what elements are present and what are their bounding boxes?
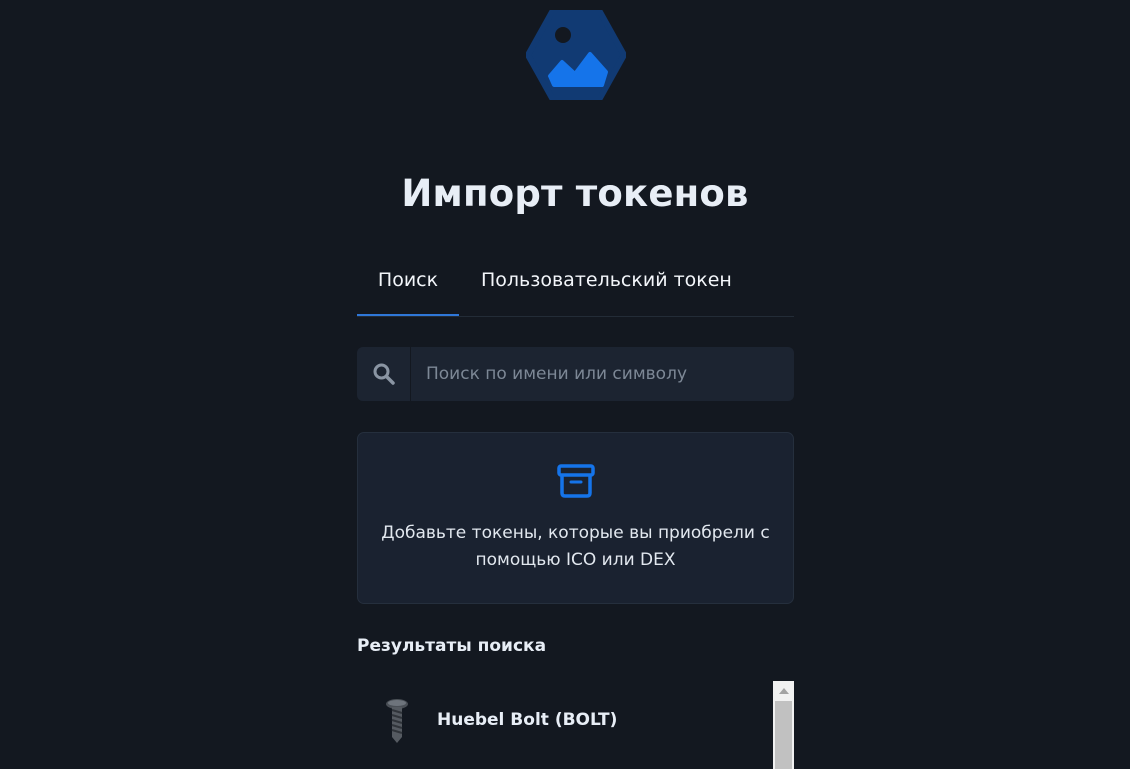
chevron-up-icon [778,688,789,694]
tab-bar: Поиск Пользовательский токен [357,252,794,317]
import-tokens-page: Импорт токенов Поиск Пользовательский то… [0,0,1130,769]
tab-custom-token[interactable]: Пользовательский токен [459,252,732,316]
search-icon-container [357,347,411,401]
archive-box-icon [557,464,595,498]
scroll-up-arrow[interactable] [773,681,794,701]
token-result-item[interactable]: Huebel Bolt (BOLT) [357,690,773,752]
tab-search[interactable]: Поиск [357,252,459,316]
search-box [357,347,794,401]
token-name: Huebel Bolt (BOLT) [437,710,618,730]
scrollbar-thumb[interactable] [775,701,792,769]
search-input[interactable] [411,347,794,401]
results-heading: Результаты поиска [357,636,547,656]
search-icon [373,363,395,385]
scrollbar[interactable] [773,681,794,769]
page-title: Импорт токенов [401,172,749,215]
bolt-screw-icon [386,699,408,743]
image-placeholder-icon [526,10,626,100]
info-text: Добавьте токены, которые вы приобрели с … [381,523,770,570]
info-card: Добавьте токены, которые вы приобрели с … [357,432,794,604]
